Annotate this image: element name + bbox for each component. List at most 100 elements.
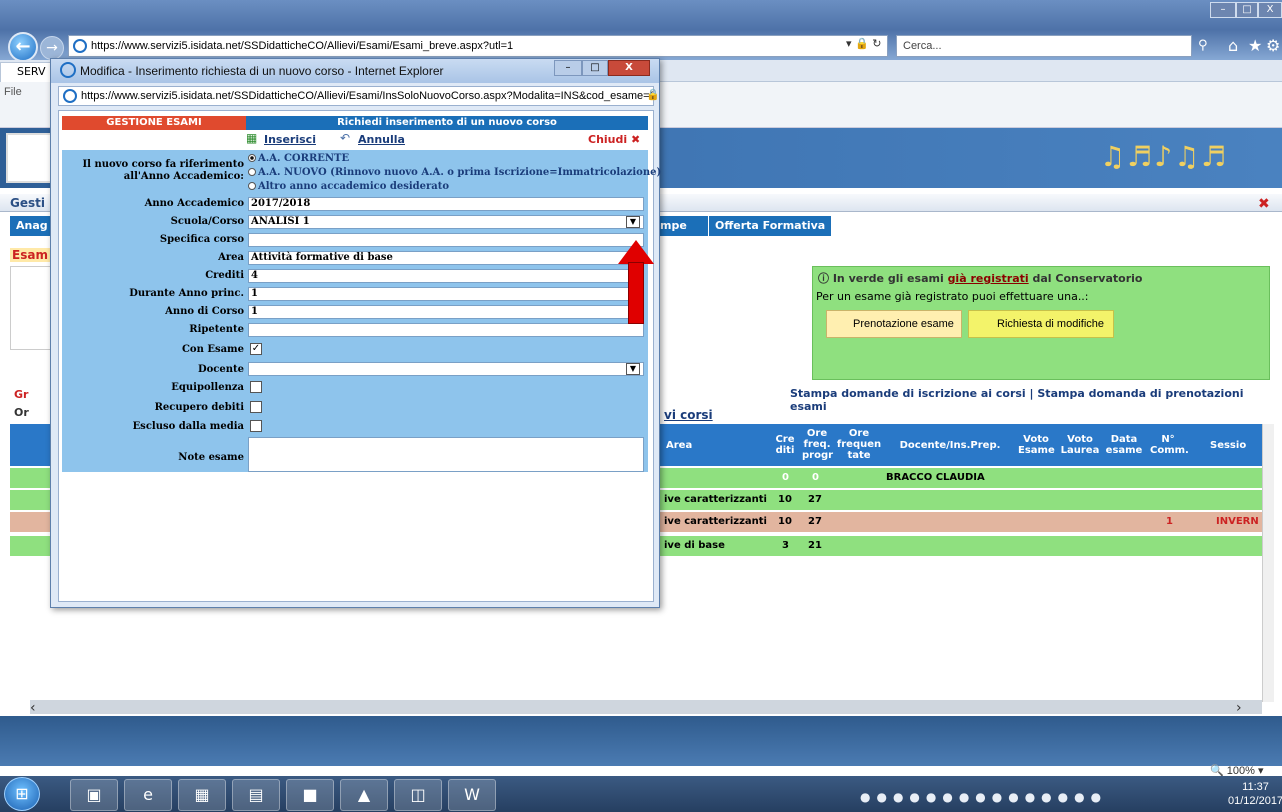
anno-corso-label: Anno di Corso (165, 306, 244, 317)
nav-stampe[interactable]: mpe (660, 219, 687, 232)
con-esame-label: Con Esame (181, 344, 244, 355)
system-tray-icons[interactable]: ●●●●●●●●●●●●●●● (860, 790, 1107, 804)
nav-offerta-formativa[interactable]: Offerta Formativa (708, 216, 832, 236)
taskbar-app-icon[interactable]: ▣ (70, 779, 118, 811)
window-maximize-button[interactable]: □ (1236, 2, 1258, 18)
site-logo (6, 133, 56, 183)
folder-taskbar-icon[interactable]: ◫ (394, 779, 442, 811)
favorites-star-icon[interactable]: ★ (1248, 36, 1262, 55)
scroll-left-icon[interactable]: ‹ (30, 700, 36, 716)
vertical-scrollbar[interactable] (1262, 424, 1274, 702)
gear-icon[interactable]: ⚙ (1266, 36, 1280, 55)
th-data-esame[interactable]: Data esame (1104, 434, 1144, 456)
popup-address-bar[interactable]: https://www.servizi5.isidata.net/SSDidat… (58, 86, 654, 106)
radio-label: A.A. NUOVO (Rinnovo nuovo A.A. o prima I… (258, 167, 662, 178)
scuola-corso-label: Scuola/Corso (170, 216, 244, 227)
radio-selected-icon (248, 154, 256, 162)
address-bar[interactable]: https://www.servizi5.isidata.net/SSDidat… (68, 35, 888, 57)
docente-select[interactable] (248, 362, 644, 376)
cell-docente: BRACCO CLAUDIA (886, 472, 985, 483)
crediti-label: Crediti (205, 270, 244, 281)
window-close-button[interactable]: X (1258, 2, 1282, 18)
chevron-down-icon[interactable]: ▼ (626, 216, 640, 228)
music-notes-decoration: ♫♬♪♫♬ (1100, 140, 1229, 173)
richiesta-modifiche-button[interactable]: Richiesta di modifiche (968, 310, 1114, 338)
anno-accademico-field[interactable]: 2017/2018 (248, 197, 644, 211)
con-esame-checkbox[interactable]: ✓ (250, 343, 262, 355)
recupero-debiti-label: Recupero debiti (154, 402, 244, 413)
escluso-media-checkbox[interactable] (250, 420, 262, 432)
specifica-corso-field[interactable] (248, 233, 644, 247)
window-minimize-button[interactable]: – (1210, 2, 1236, 18)
arrow-head (618, 240, 654, 264)
th-n-comm[interactable]: N° Comm. (1150, 434, 1189, 456)
th-crediti[interactable]: Cre diti (774, 434, 796, 456)
anno-corso-field[interactable]: 1 (248, 305, 644, 319)
start-button[interactable]: ⊞ (4, 777, 40, 811)
anno-riferimento-label: Il nuovo corso fa riferimento all'Anno A… (82, 159, 244, 182)
calculator-taskbar-icon[interactable]: ▤ (232, 779, 280, 811)
explorer-taskbar-icon[interactable]: ▦ (178, 779, 226, 811)
back-button[interactable]: ← (8, 32, 38, 62)
crediti-field[interactable]: 4 (248, 269, 644, 283)
chiudi-button[interactable]: Chiudi ✖ (588, 133, 640, 146)
area-field[interactable]: Attività formative di base (248, 251, 644, 265)
tab-label: SERV (17, 65, 46, 78)
prenotazione-esame-button[interactable]: Prenotazione esame (826, 310, 962, 338)
print-links[interactable]: Stampa domande di iscrizione ai corsi | … (790, 387, 1282, 413)
scroll-right-icon[interactable]: › (1236, 700, 1242, 716)
popup-maximize-button[interactable]: □ (582, 60, 608, 76)
th-docente[interactable]: Docente/Ins.Prep. (890, 440, 1010, 451)
cell-ore: 0 (812, 472, 819, 483)
specifica-corso-label: Specifica corso (159, 234, 244, 245)
radio-label: A.A. CORRENTE (258, 153, 350, 164)
browser-tab[interactable]: SERV (0, 62, 51, 82)
radio-aa-corrente[interactable]: A.A. CORRENTE (248, 153, 349, 164)
page-footer (0, 716, 1282, 766)
arrow-shaft (628, 262, 644, 324)
menu-file[interactable]: File (4, 86, 22, 98)
close-icon: ✖ (631, 133, 641, 146)
cell-ore: 27 (808, 494, 822, 505)
taskbar-clock[interactable]: 11:37 01/12/2017 (1228, 780, 1282, 808)
cell-area: ive caratterizzanti (664, 494, 767, 505)
close-icon[interactable]: ✖ (1258, 196, 1270, 212)
pdf-taskbar-icon[interactable]: ▲ (340, 779, 388, 811)
ripetente-field[interactable] (248, 323, 644, 337)
network-taskbar-icon[interactable]: ■ (286, 779, 334, 811)
esami-label: Esam (10, 248, 50, 262)
nav-anagrafica[interactable]: Anag (16, 219, 48, 232)
note-esame-textarea[interactable] (248, 437, 644, 472)
radio-aa-nuovo[interactable]: A.A. NUOVO (Rinnovo nuovo A.A. o prima I… (248, 167, 661, 178)
th-voto-laurea[interactable]: Voto Laurea (1060, 434, 1100, 456)
th-voto-esame[interactable]: Voto Esame (1018, 434, 1055, 456)
radio-altro-anno[interactable]: Altro anno accademico desiderato (248, 181, 449, 192)
search-placeholder: Cerca... (903, 40, 942, 52)
th-sessione[interactable]: Sessio (1210, 440, 1246, 451)
popup-close-button[interactable]: X (608, 60, 650, 76)
nuovi-corsi-link[interactable]: vi corsi (664, 408, 713, 422)
forward-button[interactable]: → (40, 36, 64, 60)
popup-minimize-button[interactable]: – (554, 60, 582, 76)
word-taskbar-icon[interactable]: W (448, 779, 496, 811)
red-arrow-annotation (618, 240, 654, 324)
richiesta-label: Richiesta di modifiche (997, 318, 1104, 330)
scuola-corso-select[interactable]: ANALISI 1 (248, 215, 644, 229)
th-ore-freq[interactable]: Ore freq. progr (802, 428, 833, 461)
recupero-debiti-checkbox[interactable] (250, 401, 262, 413)
equipollenza-checkbox[interactable] (250, 381, 262, 393)
horizontal-scrollbar[interactable] (30, 700, 1262, 714)
address-controls[interactable]: ▾ 🔒 ↻ (846, 37, 881, 50)
ie-taskbar-icon[interactable]: e (124, 779, 172, 811)
home-icon[interactable]: ⌂ (1228, 36, 1238, 55)
search-input[interactable]: Cerca... (896, 35, 1192, 57)
th-ore-frequentate[interactable]: Ore frequen tate (836, 428, 882, 461)
search-icon[interactable]: ⚲ (1198, 38, 1208, 53)
chevron-down-icon[interactable]: ▼ (626, 363, 640, 375)
anno-accademico-label: Anno Accademico (144, 198, 244, 209)
durante-anno-field[interactable]: 1 (248, 287, 644, 301)
cell-sessione: INVERN (1216, 516, 1259, 527)
green-panel-subtitle: Per un esame già registrato puoi effettu… (816, 290, 1089, 303)
lock-icon: 🔒 (646, 88, 660, 101)
th-area[interactable]: Area (666, 440, 692, 451)
